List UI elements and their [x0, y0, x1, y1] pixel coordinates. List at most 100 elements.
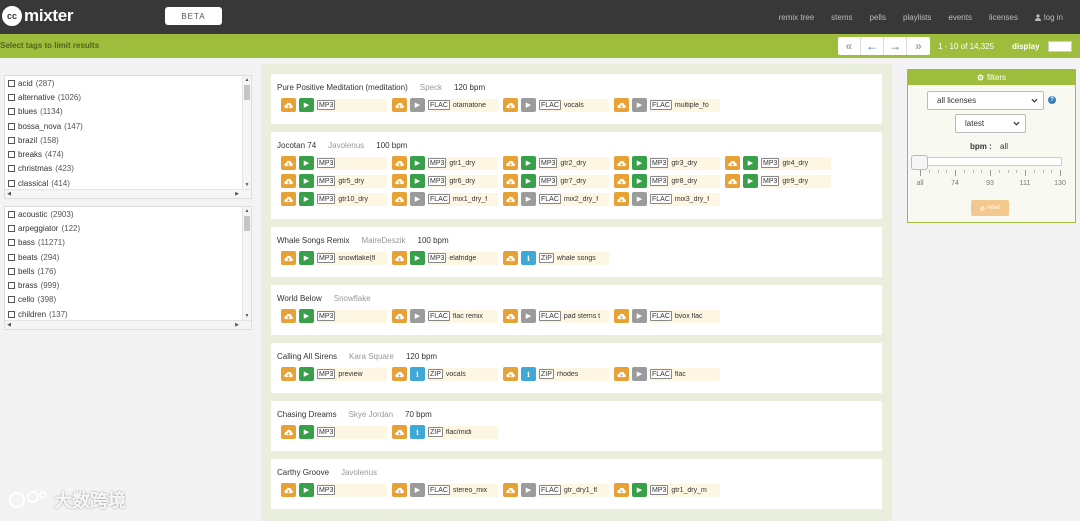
nav-pells[interactable]: pells — [869, 13, 885, 22]
download-icon[interactable] — [392, 425, 407, 439]
nav-licenses[interactable]: licenses — [989, 13, 1018, 22]
play-icon[interactable]: ▶ — [410, 156, 425, 170]
info-icon[interactable]: i — [521, 251, 536, 265]
play-icon[interactable]: ▶ — [632, 174, 647, 188]
download-icon[interactable] — [281, 98, 296, 112]
scroll-down-icon[interactable]: ▼ — [243, 312, 251, 320]
upload-title[interactable]: World Below — [277, 294, 322, 303]
tag-checkbox[interactable] — [8, 93, 15, 101]
scroll-right-icon[interactable]: ▶ — [233, 190, 241, 198]
sort-select[interactable]: latest — [955, 114, 1026, 133]
tag-item[interactable]: acoustic (2903) — [5, 207, 241, 221]
tag-checkbox[interactable] — [8, 122, 15, 130]
download-icon[interactable] — [392, 192, 407, 206]
download-icon[interactable] — [281, 425, 296, 439]
download-icon[interactable] — [503, 98, 518, 112]
tag-item[interactable]: bells (176) — [5, 264, 241, 278]
download-icon[interactable] — [614, 192, 629, 206]
tag-item[interactable]: arpeggiator (122) — [5, 221, 241, 235]
info-icon[interactable]: i — [410, 367, 425, 381]
tag-checkbox[interactable] — [8, 210, 15, 218]
scroll-thumb[interactable] — [244, 85, 250, 100]
download-icon[interactable] — [281, 251, 296, 265]
bpm-slider[interactable] — [911, 155, 1062, 170]
scroll-thumb[interactable] — [244, 216, 250, 231]
upload-artist[interactable]: Snowflake — [334, 294, 371, 303]
download-icon[interactable] — [725, 174, 740, 188]
download-icon[interactable] — [503, 174, 518, 188]
display-input[interactable] — [1048, 41, 1072, 52]
tag-checkbox[interactable] — [8, 224, 15, 232]
nav-remix-tree[interactable]: remix tree — [779, 13, 815, 22]
download-icon[interactable] — [392, 174, 407, 188]
download-icon[interactable] — [614, 367, 629, 381]
download-icon[interactable] — [503, 156, 518, 170]
play-icon[interactable]: ▶ — [299, 367, 314, 381]
play-icon[interactable]: ▶ — [299, 98, 314, 112]
help-icon[interactable]: ? — [1048, 96, 1056, 104]
download-icon[interactable] — [503, 251, 518, 265]
play-disabled-icon[interactable]: ▶ — [521, 483, 536, 497]
download-icon[interactable] — [614, 156, 629, 170]
download-icon[interactable] — [614, 98, 629, 112]
beta-button[interactable]: BETA — [165, 7, 222, 25]
download-icon[interactable] — [503, 483, 518, 497]
upload-title[interactable]: Chasing Dreams — [277, 410, 337, 419]
scroll-down-icon[interactable]: ▼ — [243, 181, 251, 189]
info-icon[interactable]: i — [521, 367, 536, 381]
download-icon[interactable] — [281, 156, 296, 170]
play-disabled-icon[interactable]: ▶ — [521, 98, 536, 112]
upload-artist[interactable]: Kara Square — [349, 352, 394, 361]
scroll-up-icon[interactable]: ▲ — [243, 207, 251, 215]
tag-item[interactable]: bossa_nova (147) — [5, 119, 241, 133]
vertical-scrollbar[interactable]: ▲ ▼ — [242, 207, 251, 320]
play-icon[interactable]: ▶ — [410, 174, 425, 188]
upload-artist[interactable]: Speck — [420, 83, 442, 92]
filters-header[interactable]: filters — [908, 70, 1075, 85]
download-icon[interactable] — [503, 367, 518, 381]
download-icon[interactable] — [614, 309, 629, 323]
genre-tag-list[interactable]: acid (287) alternative (1026) blues (1134) bos… — [4, 75, 252, 199]
play-icon[interactable]: ▶ — [521, 156, 536, 170]
download-icon[interactable] — [503, 192, 518, 206]
upload-title[interactable]: Calling All Sirens — [277, 352, 337, 361]
play-icon[interactable]: ▶ — [743, 156, 758, 170]
download-icon[interactable] — [281, 309, 296, 323]
download-icon[interactable] — [281, 483, 296, 497]
play-icon[interactable]: ▶ — [299, 425, 314, 439]
play-disabled-icon[interactable]: ▶ — [521, 309, 536, 323]
upload-title[interactable]: Jocotan 74 — [277, 141, 316, 150]
play-icon[interactable]: ▶ — [632, 156, 647, 170]
upload-artist[interactable]: Javolenus — [328, 141, 364, 150]
tag-checkbox[interactable] — [8, 165, 15, 173]
info-icon[interactable]: i — [410, 425, 425, 439]
download-icon[interactable] — [392, 156, 407, 170]
tag-checkbox[interactable] — [8, 79, 15, 87]
tag-checkbox[interactable] — [8, 253, 15, 261]
play-disabled-icon[interactable]: ▶ — [632, 98, 647, 112]
tag-item[interactable]: breaks (474) — [5, 147, 241, 161]
prev-page-button[interactable]: ← — [861, 37, 884, 55]
tag-checkbox[interactable] — [8, 179, 15, 187]
tag-item[interactable]: blues (1134) — [5, 105, 241, 119]
upload-artist[interactable]: Javolenus — [341, 468, 377, 477]
license-select[interactable]: all licenses — [927, 91, 1044, 110]
upload-artist[interactable]: MaireDeszik — [361, 236, 405, 245]
reset-button[interactable]: reset — [971, 200, 1009, 216]
vertical-scrollbar[interactable]: ▲ ▼ — [242, 76, 251, 189]
tag-checkbox[interactable] — [8, 310, 15, 318]
tag-item[interactable]: cello (398) — [5, 293, 241, 307]
tag-checkbox[interactable] — [8, 296, 15, 304]
nav-playlists[interactable]: playlists — [903, 13, 931, 22]
tag-item[interactable]: beats (294) — [5, 250, 241, 264]
tag-checkbox[interactable] — [8, 282, 15, 290]
last-page-button[interactable]: » — [907, 37, 930, 55]
scroll-left-icon[interactable]: ◀ — [5, 190, 13, 198]
play-disabled-icon[interactable]: ▶ — [410, 98, 425, 112]
tag-item[interactable]: alternative (1026) — [5, 90, 241, 104]
play-disabled-icon[interactable]: ▶ — [410, 192, 425, 206]
upload-artist[interactable]: Skye Jordan — [349, 410, 393, 419]
download-icon[interactable] — [614, 483, 629, 497]
tag-item[interactable]: bass (11271) — [5, 236, 241, 250]
tag-checkbox[interactable] — [8, 108, 15, 116]
